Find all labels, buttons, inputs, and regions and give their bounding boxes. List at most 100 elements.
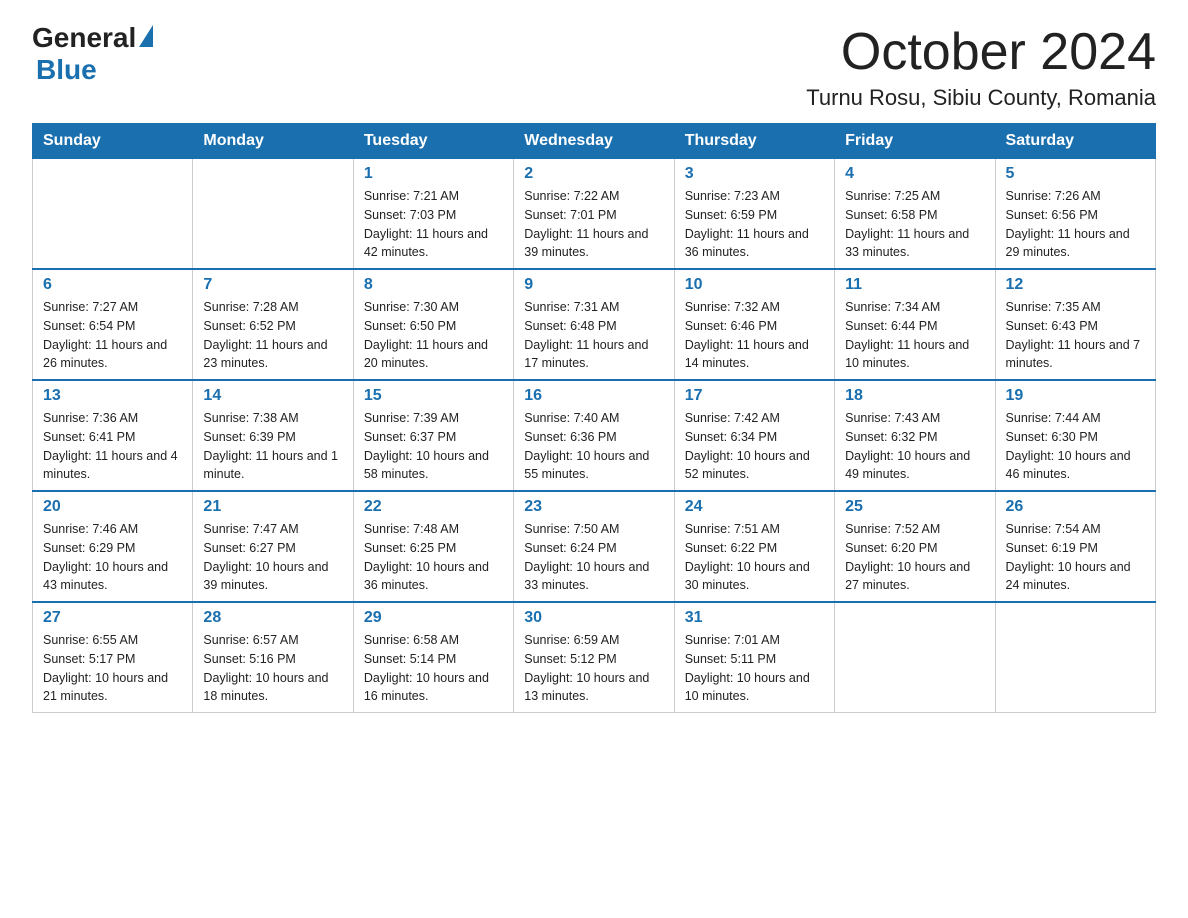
calendar-cell: 7 Sunrise: 7:28 AMSunset: 6:52 PMDaylight… bbox=[193, 269, 353, 380]
day-info: Sunrise: 7:34 AMSunset: 6:44 PMDaylight:… bbox=[845, 298, 984, 373]
calendar-cell: 12 Sunrise: 7:35 AMSunset: 6:43 PMDayligh… bbox=[995, 269, 1155, 380]
calendar-cell: 24 Sunrise: 7:51 AMSunset: 6:22 PMDayligh… bbox=[674, 491, 834, 602]
day-number: 18 bbox=[845, 387, 984, 405]
day-info: Sunrise: 7:51 AMSunset: 6:22 PMDaylight:… bbox=[685, 520, 824, 595]
weekday-header-thursday: Thursday bbox=[674, 124, 834, 159]
day-info: Sunrise: 6:55 AMSunset: 5:17 PMDaylight:… bbox=[43, 631, 182, 706]
day-info: Sunrise: 7:32 AMSunset: 6:46 PMDaylight:… bbox=[685, 298, 824, 373]
logo-area: General Blue bbox=[32, 24, 153, 86]
day-info: Sunrise: 7:28 AMSunset: 6:52 PMDaylight:… bbox=[203, 298, 342, 373]
calendar-cell bbox=[33, 159, 193, 270]
week-row-2: 6 Sunrise: 7:27 AMSunset: 6:54 PMDaylight… bbox=[33, 269, 1156, 380]
weekday-header-saturday: Saturday bbox=[995, 124, 1155, 159]
day-number: 7 bbox=[203, 276, 342, 294]
weekday-header-monday: Monday bbox=[193, 124, 353, 159]
day-number: 28 bbox=[203, 609, 342, 627]
calendar-cell: 28 Sunrise: 6:57 AMSunset: 5:16 PMDayligh… bbox=[193, 602, 353, 713]
day-number: 17 bbox=[685, 387, 824, 405]
calendar-cell: 10 Sunrise: 7:32 AMSunset: 6:46 PMDayligh… bbox=[674, 269, 834, 380]
calendar-cell: 16 Sunrise: 7:40 AMSunset: 6:36 PMDayligh… bbox=[514, 380, 674, 491]
page-header: General Blue October 2024 Turnu Rosu, Si… bbox=[32, 24, 1156, 111]
calendar-cell: 2Sunrise: 7:22 AMSunset: 7:01 PMDaylight… bbox=[514, 159, 674, 270]
calendar-cell: 22 Sunrise: 7:48 AMSunset: 6:25 PMDayligh… bbox=[353, 491, 513, 602]
weekday-header-row: SundayMondayTuesdayWednesdayThursdayFrid… bbox=[33, 124, 1156, 159]
day-info: Sunrise: 7:42 AMSunset: 6:34 PMDaylight:… bbox=[685, 409, 824, 484]
day-number: 5 bbox=[1006, 165, 1145, 183]
day-info: Sunrise: 7:36 AMSunset: 6:41 PMDaylight:… bbox=[43, 409, 182, 484]
day-number: 23 bbox=[524, 498, 663, 516]
location-title: Turnu Rosu, Sibiu County, Romania bbox=[806, 85, 1156, 111]
day-number: 20 bbox=[43, 498, 182, 516]
day-number: 15 bbox=[364, 387, 503, 405]
calendar-cell: 9Sunrise: 7:31 AMSunset: 6:48 PMDaylight… bbox=[514, 269, 674, 380]
day-info: Sunrise: 7:25 AMSunset: 6:58 PMDaylight:… bbox=[845, 187, 984, 262]
calendar-cell: 15Sunrise: 7:39 AMSunset: 6:37 PMDayligh… bbox=[353, 380, 513, 491]
calendar-cell: 14 Sunrise: 7:38 AMSunset: 6:39 PMDayligh… bbox=[193, 380, 353, 491]
calendar-cell: 8 Sunrise: 7:30 AMSunset: 6:50 PMDaylight… bbox=[353, 269, 513, 380]
day-info: Sunrise: 7:27 AMSunset: 6:54 PMDaylight:… bbox=[43, 298, 182, 373]
weekday-header-friday: Friday bbox=[835, 124, 995, 159]
day-number: 24 bbox=[685, 498, 824, 516]
day-info: Sunrise: 7:38 AMSunset: 6:39 PMDaylight:… bbox=[203, 409, 342, 484]
day-number: 31 bbox=[685, 609, 824, 627]
calendar-cell: 25 Sunrise: 7:52 AMSunset: 6:20 PMDayligh… bbox=[835, 491, 995, 602]
calendar-cell: 17 Sunrise: 7:42 AMSunset: 6:34 PMDayligh… bbox=[674, 380, 834, 491]
week-row-1: 1Sunrise: 7:21 AMSunset: 7:03 PMDaylight… bbox=[33, 159, 1156, 270]
calendar-cell: 6 Sunrise: 7:27 AMSunset: 6:54 PMDaylight… bbox=[33, 269, 193, 380]
day-info: Sunrise: 7:30 AMSunset: 6:50 PMDaylight:… bbox=[364, 298, 503, 373]
day-info: Sunrise: 7:48 AMSunset: 6:25 PMDaylight:… bbox=[364, 520, 503, 595]
day-info: Sunrise: 7:44 AMSunset: 6:30 PMDaylight:… bbox=[1006, 409, 1145, 484]
day-info: Sunrise: 7:52 AMSunset: 6:20 PMDaylight:… bbox=[845, 520, 984, 595]
day-info: Sunrise: 7:21 AMSunset: 7:03 PMDaylight:… bbox=[364, 187, 503, 262]
calendar-cell: 27 Sunrise: 6:55 AMSunset: 5:17 PMDayligh… bbox=[33, 602, 193, 713]
day-number: 12 bbox=[1006, 276, 1145, 294]
logo-general-text: General bbox=[32, 24, 136, 52]
day-info: Sunrise: 7:01 AMSunset: 5:11 PMDaylight:… bbox=[685, 631, 824, 706]
day-number: 26 bbox=[1006, 498, 1145, 516]
calendar-cell bbox=[193, 159, 353, 270]
day-info: Sunrise: 7:35 AMSunset: 6:43 PMDaylight:… bbox=[1006, 298, 1145, 373]
day-number: 8 bbox=[364, 276, 503, 294]
day-number: 29 bbox=[364, 609, 503, 627]
day-info: Sunrise: 6:59 AMSunset: 5:12 PMDaylight:… bbox=[524, 631, 663, 706]
calendar-cell: 21Sunrise: 7:47 AMSunset: 6:27 PMDayligh… bbox=[193, 491, 353, 602]
calendar-cell bbox=[995, 602, 1155, 713]
day-info: Sunrise: 7:40 AMSunset: 6:36 PMDaylight:… bbox=[524, 409, 663, 484]
title-area: October 2024 Turnu Rosu, Sibiu County, R… bbox=[806, 24, 1156, 111]
day-number: 27 bbox=[43, 609, 182, 627]
calendar-cell: 3Sunrise: 7:23 AMSunset: 6:59 PMDaylight… bbox=[674, 159, 834, 270]
day-number: 25 bbox=[845, 498, 984, 516]
day-number: 2 bbox=[524, 165, 663, 183]
day-number: 30 bbox=[524, 609, 663, 627]
day-info: Sunrise: 6:57 AMSunset: 5:16 PMDaylight:… bbox=[203, 631, 342, 706]
day-number: 6 bbox=[43, 276, 182, 294]
weekday-header-wednesday: Wednesday bbox=[514, 124, 674, 159]
day-info: Sunrise: 6:58 AMSunset: 5:14 PMDaylight:… bbox=[364, 631, 503, 706]
calendar-cell: 11 Sunrise: 7:34 AMSunset: 6:44 PMDayligh… bbox=[835, 269, 995, 380]
calendar-cell: 26 Sunrise: 7:54 AMSunset: 6:19 PMDayligh… bbox=[995, 491, 1155, 602]
calendar-cell: 1Sunrise: 7:21 AMSunset: 7:03 PMDaylight… bbox=[353, 159, 513, 270]
day-number: 10 bbox=[685, 276, 824, 294]
logo-blue-text: Blue bbox=[32, 54, 97, 86]
day-info: Sunrise: 7:54 AMSunset: 6:19 PMDaylight:… bbox=[1006, 520, 1145, 595]
calendar-cell: 23 Sunrise: 7:50 AMSunset: 6:24 PMDayligh… bbox=[514, 491, 674, 602]
day-number: 14 bbox=[203, 387, 342, 405]
day-info: Sunrise: 7:43 AMSunset: 6:32 PMDaylight:… bbox=[845, 409, 984, 484]
day-number: 16 bbox=[524, 387, 663, 405]
day-number: 21 bbox=[203, 498, 342, 516]
calendar-cell: 31 Sunrise: 7:01 AMSunset: 5:11 PMDayligh… bbox=[674, 602, 834, 713]
day-number: 11 bbox=[845, 276, 984, 294]
weekday-header-sunday: Sunday bbox=[33, 124, 193, 159]
calendar-cell: 4 Sunrise: 7:25 AMSunset: 6:58 PMDaylight… bbox=[835, 159, 995, 270]
day-number: 19 bbox=[1006, 387, 1145, 405]
day-info: Sunrise: 7:26 AMSunset: 6:56 PMDaylight:… bbox=[1006, 187, 1145, 262]
week-row-5: 27 Sunrise: 6:55 AMSunset: 5:17 PMDayligh… bbox=[33, 602, 1156, 713]
week-row-4: 20Sunrise: 7:46 AMSunset: 6:29 PMDayligh… bbox=[33, 491, 1156, 602]
day-number: 4 bbox=[845, 165, 984, 183]
calendar-cell: 29 Sunrise: 6:58 AMSunset: 5:14 PMDayligh… bbox=[353, 602, 513, 713]
calendar-table: SundayMondayTuesdayWednesdayThursdayFrid… bbox=[32, 123, 1156, 713]
day-info: Sunrise: 7:50 AMSunset: 6:24 PMDaylight:… bbox=[524, 520, 663, 595]
day-number: 22 bbox=[364, 498, 503, 516]
day-number: 3 bbox=[685, 165, 824, 183]
month-title: October 2024 bbox=[806, 24, 1156, 81]
